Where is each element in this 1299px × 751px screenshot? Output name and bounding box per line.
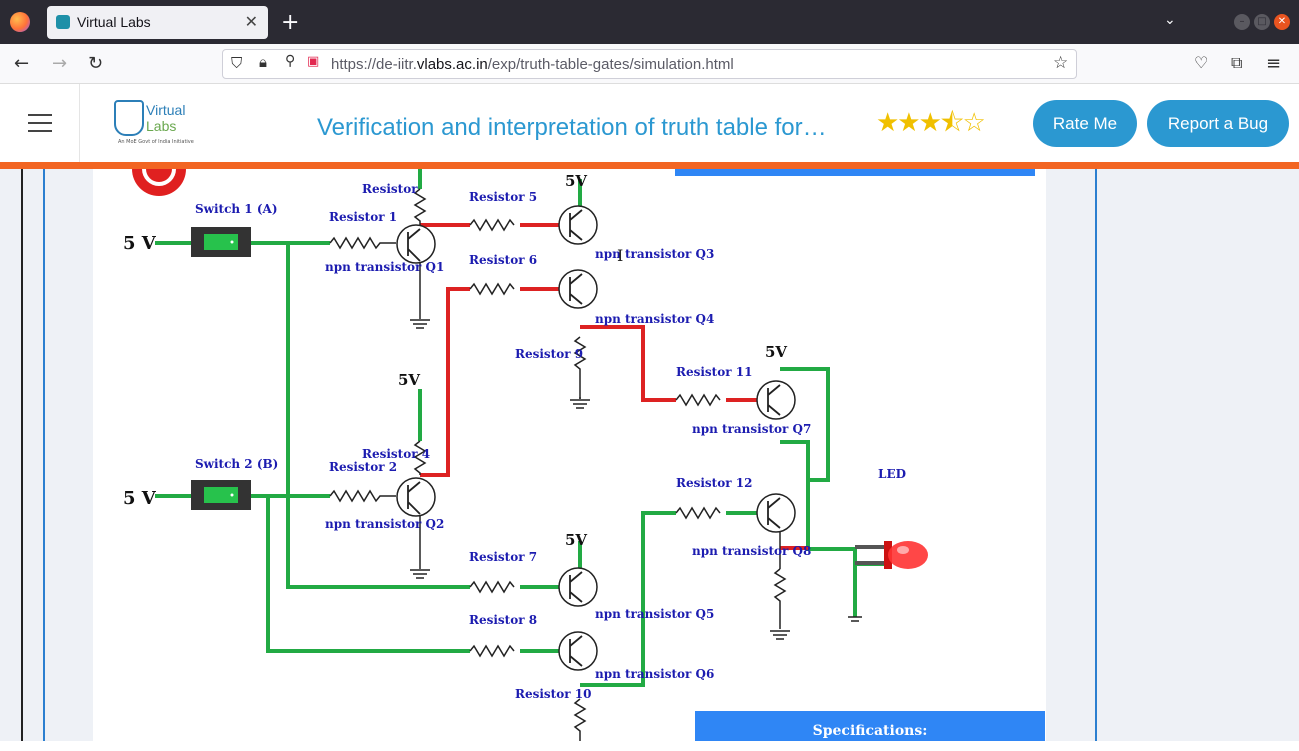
- browser-tab[interactable]: Virtual Labs ✕: [47, 6, 268, 39]
- hamburger-menu-icon[interactable]: [0, 84, 80, 162]
- minimize-icon[interactable]: –: [1234, 14, 1250, 30]
- new-tab-button[interactable]: +: [281, 10, 299, 35]
- led-icon: [855, 541, 928, 569]
- tab-close-icon[interactable]: ✕: [245, 12, 258, 31]
- header-divider: [0, 162, 1299, 169]
- resistor-5-label: Resistor 5: [469, 190, 537, 204]
- resistor-10-label: Resistor 10: [515, 687, 591, 701]
- close-window-icon[interactable]: ✕: [1274, 14, 1290, 30]
- list-tabs-chevron-icon[interactable]: ⌄: [1164, 12, 1176, 28]
- firefox-icon[interactable]: [10, 12, 30, 32]
- vcc-q5-label: 5V: [565, 531, 587, 549]
- resistor-9-label: Resistor 9: [515, 347, 583, 361]
- q5-label: npn transistor Q5: [595, 607, 714, 621]
- led-label: LED: [878, 467, 906, 481]
- resistor-4-label: Resistor 4: [362, 447, 430, 461]
- logo-tagline: An MoE Govt of India Initiative: [118, 139, 194, 145]
- vcc-q3-label: 5V: [565, 172, 587, 190]
- transistor-q4-icon: [558, 269, 598, 309]
- resistor-6-label: Resistor 6: [469, 253, 537, 267]
- report-bug-button[interactable]: Report a Bug: [1147, 100, 1289, 147]
- resistor-3-label: Resistor: [362, 182, 418, 196]
- logo-line2: Labs: [146, 118, 177, 134]
- vcc-r4-label: 5V: [398, 371, 420, 389]
- vlabs-logo[interactable]: Virtual Labs An MoE Govt of India Initia…: [112, 98, 202, 148]
- switch-1[interactable]: [191, 227, 251, 257]
- simulation-area: Specifications: Switch 1 (A) Switch 2 (B…: [0, 169, 1299, 741]
- resistor-1-label: Resistor 1: [329, 210, 397, 224]
- vin-b-label: 5 V: [123, 488, 157, 509]
- browser-nav-bar: ← → ↻ ⛉ 🔒︎ ⚲ ▣ https://de-iitr.vlabs.ac.…: [0, 44, 1299, 84]
- resistor-2-label: Resistor 2: [329, 460, 397, 474]
- vcc-q7-label: 5V: [765, 343, 787, 361]
- address-bar[interactable]: ⛉ 🔒︎ ⚲ ▣ https://de-iitr.vlabs.ac.in/exp…: [222, 49, 1077, 79]
- page-title: Verification and interpretation of truth…: [317, 114, 827, 141]
- lock-icon[interactable]: 🔒︎: [259, 53, 267, 71]
- maximize-icon[interactable]: □: [1254, 14, 1270, 30]
- transistor-q5-icon: [558, 567, 598, 607]
- switch1-label: Switch 1 (A): [195, 202, 278, 216]
- tab-title: Virtual Labs: [77, 14, 151, 30]
- circuit-diagram: Switch 1 (A) Switch 2 (B) Resistor Resis…: [123, 169, 928, 741]
- resistor-12-label: Resistor 12: [676, 476, 752, 490]
- rate-me-button[interactable]: Rate Me: [1033, 100, 1137, 147]
- resistor-7-label: Resistor 7: [469, 550, 537, 564]
- extensions-icon[interactable]: ⧉: [1231, 53, 1242, 73]
- q1-label: npn transistor Q1: [325, 260, 444, 274]
- forward-icon[interactable]: →: [52, 53, 67, 74]
- q8-label: npn transistor Q8: [692, 544, 811, 558]
- vin-a-label: 5 V: [123, 233, 157, 254]
- back-icon[interactable]: ←: [14, 53, 29, 74]
- resistor-11-label: Resistor 11: [676, 365, 752, 379]
- transistor-q8-icon: [756, 493, 796, 533]
- reload-icon[interactable]: ↻: [88, 53, 103, 74]
- q7-label: npn transistor Q7: [692, 422, 811, 436]
- browser-tab-bar: Virtual Labs ✕ + ⌄ – □ ✕: [0, 0, 1299, 44]
- text-cursor-icon: I: [617, 246, 623, 265]
- app-menu-icon[interactable]: ≡: [1266, 53, 1281, 74]
- resistor-8-label: Resistor 8: [469, 613, 537, 627]
- logo-line1: Virtual: [146, 102, 186, 118]
- flask-icon: [114, 100, 144, 136]
- q3-label: npn transistor Q3: [595, 247, 714, 261]
- pocket-icon[interactable]: ♡: [1194, 53, 1208, 72]
- q2-label: npn transistor Q2: [325, 517, 444, 531]
- rating-stars[interactable]: ★★★⯪☆: [876, 104, 986, 148]
- permissions-icon[interactable]: ⚲: [285, 53, 295, 69]
- site-header: Virtual Labs An MoE Govt of India Initia…: [0, 84, 1299, 162]
- vlabs-favicon-icon: [56, 15, 70, 29]
- transistor-q3-icon: [558, 205, 598, 245]
- bookmark-star-icon[interactable]: ☆: [1053, 53, 1068, 73]
- url-text[interactable]: https://de-iitr.vlabs.ac.in/exp/truth-ta…: [331, 56, 734, 73]
- media-blocked-icon[interactable]: ▣: [307, 54, 319, 69]
- q6-label: npn transistor Q6: [595, 667, 714, 681]
- q4-label: npn transistor Q4: [595, 312, 714, 326]
- switch2-label: Switch 2 (B): [195, 457, 278, 471]
- transistor-q7-icon: [756, 380, 796, 420]
- switch-2[interactable]: [191, 480, 251, 510]
- shield-icon[interactable]: ⛉: [231, 54, 242, 72]
- transistor-q6-icon: [558, 631, 598, 671]
